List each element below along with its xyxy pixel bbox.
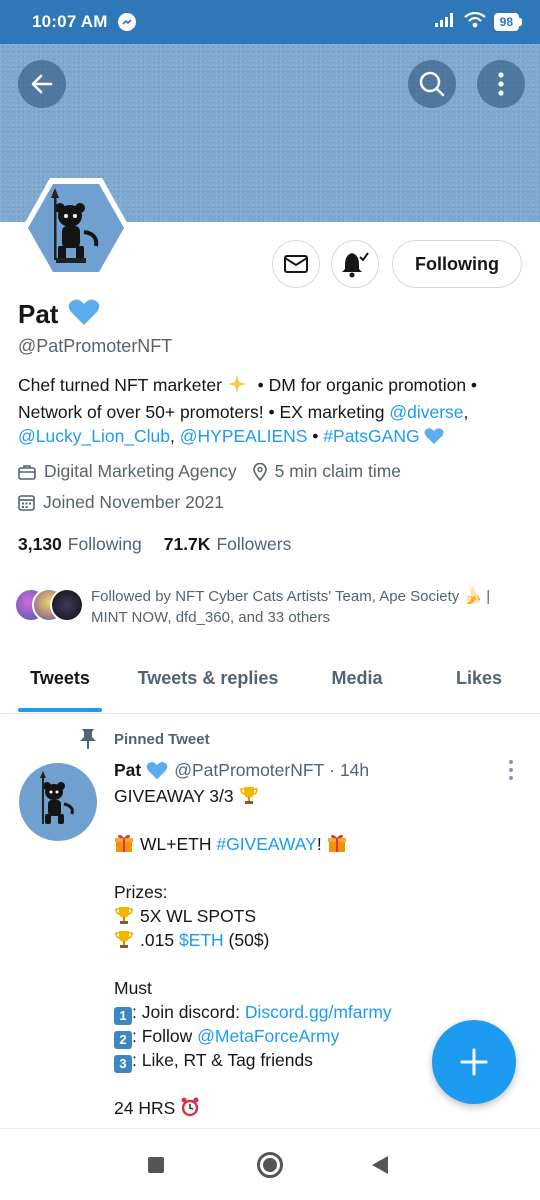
- message-button[interactable]: [272, 240, 320, 288]
- search-icon: [419, 71, 445, 97]
- mention-metaforcearmy[interactable]: @MetaForceArmy: [197, 1026, 339, 1046]
- keycap-one-icon: 1: [114, 1007, 132, 1025]
- sparkles-icon: [227, 374, 247, 400]
- mail-icon: [284, 255, 308, 273]
- hashtag-patsgang[interactable]: #PatsGANG: [323, 426, 419, 446]
- blue-heart-icon: [146, 761, 168, 780]
- alarm-clock-icon: [180, 1097, 200, 1123]
- tweet-header: Pat @PatPromoterNFT · 14h: [114, 760, 369, 781]
- tab-likes[interactable]: Likes: [418, 648, 540, 714]
- recents-button[interactable]: [138, 1147, 174, 1183]
- profile-bio: Chef turned NFT marketer • DM for organi…: [18, 373, 528, 451]
- signal-icon: [434, 12, 456, 33]
- more-vertical-icon: [509, 760, 513, 780]
- keycap-three-icon: 3: [114, 1055, 132, 1073]
- tweet-more-button[interactable]: [506, 758, 516, 782]
- follow-counts: 3,130 Following 71.7K Followers: [18, 534, 291, 555]
- briefcase-icon: [18, 464, 36, 480]
- mention-hypealiens[interactable]: @HYPEALIENS: [180, 426, 308, 446]
- search-button[interactable]: [408, 60, 456, 108]
- following-button[interactable]: Following: [392, 240, 522, 288]
- tweet-author-handle[interactable]: @PatPromoterNFT: [174, 760, 324, 781]
- profile-handle: @PatPromoterNFT: [18, 336, 173, 356]
- trophy-icon: [114, 929, 134, 955]
- discord-link[interactable]: Discord.gg/mfarmy: [245, 1002, 392, 1022]
- followers-count-link[interactable]: 71.7K Followers: [164, 534, 292, 555]
- back-button[interactable]: [18, 60, 66, 108]
- arrow-left-icon: [31, 74, 53, 94]
- tweet-time: · 14h: [329, 760, 370, 780]
- followed-by-text: Followed by NFT Cyber Cats Artists' Team…: [91, 588, 491, 626]
- trophy-icon: [239, 785, 259, 811]
- tab-media[interactable]: Media: [296, 648, 418, 714]
- profile-meta: Digital Marketing Agency 5 min claim tim…: [18, 461, 401, 482]
- messenger-icon: [117, 13, 136, 31]
- calendar-icon: [18, 494, 35, 511]
- display-name: Pat: [18, 299, 59, 329]
- profile-joined: Joined November 2021: [43, 492, 224, 512]
- pin-icon: [78, 728, 98, 750]
- more-vertical-icon: [498, 72, 504, 96]
- profile-category: Digital Marketing Agency: [44, 461, 237, 481]
- tab-tweets[interactable]: Tweets: [0, 648, 120, 714]
- bell-check-icon: [342, 252, 369, 278]
- following-count-link[interactable]: 3,130 Following: [18, 534, 142, 555]
- notifications-button[interactable]: [331, 240, 379, 288]
- home-button[interactable]: [252, 1147, 288, 1183]
- gift-icon: [327, 833, 347, 859]
- battery-icon: 98: [493, 13, 522, 31]
- status-time: 10:07 AM: [32, 12, 108, 31]
- battery-level: 98: [493, 13, 519, 31]
- cashtag-eth[interactable]: $ETH: [179, 930, 224, 950]
- tweet-avatar[interactable]: [18, 762, 98, 842]
- more-options-button[interactable]: [477, 60, 525, 108]
- plus-icon: [460, 1048, 488, 1076]
- name-row: Pat: [18, 298, 100, 331]
- location-pin-icon: [252, 462, 267, 481]
- followed-by[interactable]: Followed by NFT Cyber Cats Artists' Team…: [14, 586, 526, 628]
- tab-tweets-replies[interactable]: Tweets & replies: [120, 648, 296, 714]
- system-nav-bar: [0, 1128, 540, 1200]
- followed-by-avatars: [14, 586, 86, 624]
- keycap-two-icon: 2: [114, 1031, 132, 1049]
- profile-avatar[interactable]: [20, 172, 132, 284]
- status-bar: 10:07 AM 98: [0, 0, 540, 44]
- pinned-label: Pinned Tweet: [114, 730, 210, 748]
- wifi-icon: [463, 11, 486, 34]
- tab-active-indicator: [18, 708, 102, 712]
- tweet-author-name[interactable]: Pat: [114, 760, 141, 781]
- triangle-back-icon: [372, 1156, 388, 1174]
- blue-heart-icon: [424, 427, 445, 451]
- profile-location: 5 min claim time: [274, 461, 402, 481]
- compose-tweet-button[interactable]: [432, 1020, 516, 1104]
- profile-tabs: Tweets Tweets & replies Media Likes: [0, 648, 540, 714]
- mention-lucky-lion-club[interactable]: @Lucky_Lion_Club: [18, 426, 170, 446]
- profile-joined-row: Joined November 2021: [18, 492, 224, 513]
- back-nav-button[interactable]: [362, 1147, 398, 1183]
- gift-icon: [114, 833, 134, 859]
- mention-diverse[interactable]: @diverse: [389, 402, 463, 422]
- blue-heart-icon: [68, 298, 100, 331]
- hashtag-giveaway[interactable]: #GIVEAWAY: [216, 834, 317, 854]
- circle-icon: [257, 1152, 283, 1178]
- avatar: [50, 588, 84, 622]
- pinned-label-row: Pinned Tweet: [78, 728, 210, 750]
- square-icon: [148, 1157, 164, 1173]
